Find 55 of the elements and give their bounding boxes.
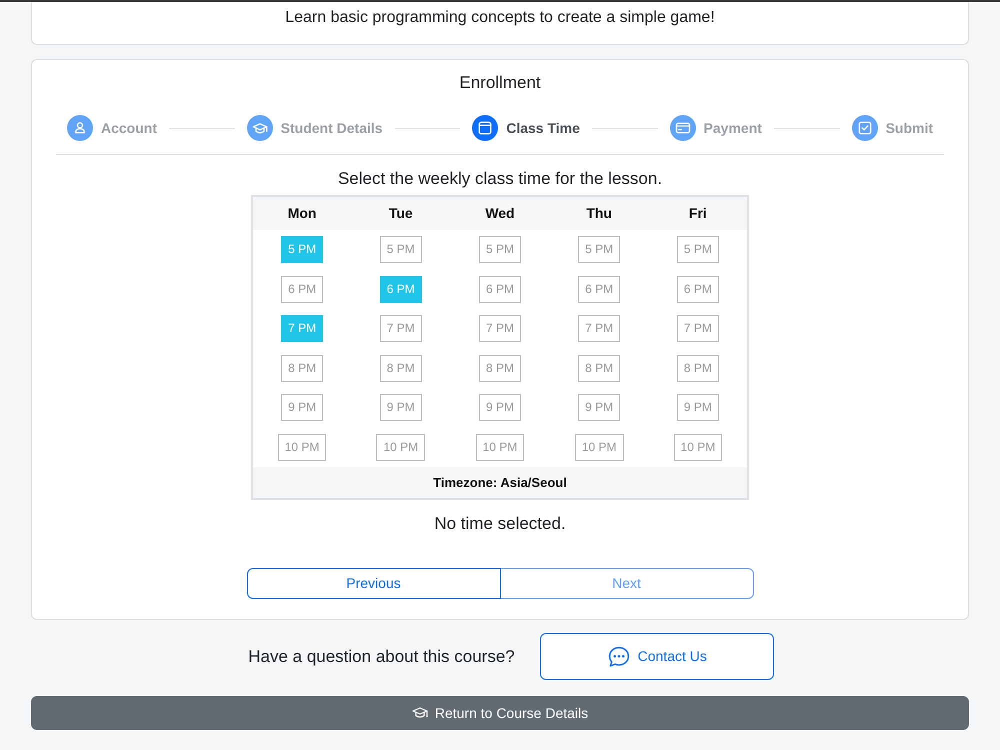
return-button[interactable]: Return to Course Details <box>31 696 969 730</box>
contact-question: Have a question about this course? <box>248 646 515 668</box>
time-slot-button[interactable]: 10 PM <box>674 434 722 461</box>
time-slot-button[interactable]: 5 PM <box>281 236 324 264</box>
enrollment-title: Enrollment <box>458 72 542 94</box>
step-tab[interactable]: Submit <box>852 115 934 141</box>
step-tab[interactable]: Account <box>67 115 157 141</box>
time-slot-button[interactable]: 10 PM <box>476 434 524 461</box>
time-slot-button[interactable]: 10 PM <box>278 434 326 461</box>
time-slot-button[interactable]: 8 PM <box>281 354 324 382</box>
step-tab[interactable]: Class Time <box>472 115 580 141</box>
course-description: Learn basic programming concepts to create a simple game! <box>284 8 716 28</box>
time-slot-button[interactable]: 8 PM <box>478 354 521 382</box>
time-slot-button[interactable]: 8 PM <box>676 354 719 382</box>
time-slot-button[interactable]: 9 PM <box>578 394 620 422</box>
time-slot-button[interactable]: 9 PM <box>478 394 521 422</box>
step-tab[interactable]: Student Details <box>246 115 383 141</box>
time-slot-button[interactable]: 5 PM <box>380 236 422 264</box>
time-slot-button[interactable]: 6 PM <box>281 276 324 303</box>
time-slot-button[interactable]: 7 PM <box>281 315 324 342</box>
time-slot-button[interactable]: 9 PM <box>380 394 422 422</box>
person-icon <box>67 115 93 141</box>
selection-status: No time selected. <box>433 513 567 535</box>
time-slot-button[interactable]: 5 PM <box>676 236 719 264</box>
day-header: Thu <box>550 196 649 230</box>
day-header: Mon <box>252 196 352 230</box>
chat-bubble-icon <box>606 644 631 668</box>
time-slot-button[interactable]: 7 PM <box>380 315 422 342</box>
contact-button[interactable]: Contact Us <box>540 633 774 680</box>
time-slot-button[interactable]: 5 PM <box>478 236 521 264</box>
graduation-cap-icon <box>246 115 273 141</box>
day-header: Wed <box>450 196 550 230</box>
time-slot-button[interactable]: 7 PM <box>676 315 719 342</box>
time-slot-button[interactable]: 7 PM <box>578 315 620 342</box>
time-slot-button[interactable]: 6 PM <box>478 276 521 303</box>
time-slot-button[interactable]: 8 PM <box>578 354 620 382</box>
checkbox-icon <box>852 115 878 141</box>
time-slot-button[interactable]: 9 PM <box>676 394 719 422</box>
time-slot-button[interactable]: 10 PM <box>574 434 624 461</box>
time-slot-button[interactable]: 5 PM <box>578 236 620 264</box>
step-tab[interactable]: Payment <box>670 115 762 141</box>
day-header: Tue <box>351 196 450 230</box>
day-header: Fri <box>648 196 748 230</box>
calendar-icon <box>472 115 498 141</box>
timezone-label: Timezone: Asia/Seoul <box>252 467 748 499</box>
credit-card-icon <box>670 115 696 141</box>
time-slot-button[interactable]: 7 PM <box>478 315 521 342</box>
time-slot-button[interactable]: 6 PM <box>676 276 719 303</box>
schedule-prompt: Select the weekly class time for the lesson. <box>336 168 664 190</box>
previous-button[interactable]: Previous <box>246 568 500 599</box>
time-slot-button[interactable]: 6 PM <box>380 276 422 303</box>
time-slot-button[interactable]: 9 PM <box>281 394 324 422</box>
time-slot-button[interactable]: 6 PM <box>578 276 620 303</box>
time-slot-button[interactable]: 8 PM <box>380 354 422 382</box>
time-slot-button[interactable]: 10 PM <box>376 434 426 461</box>
